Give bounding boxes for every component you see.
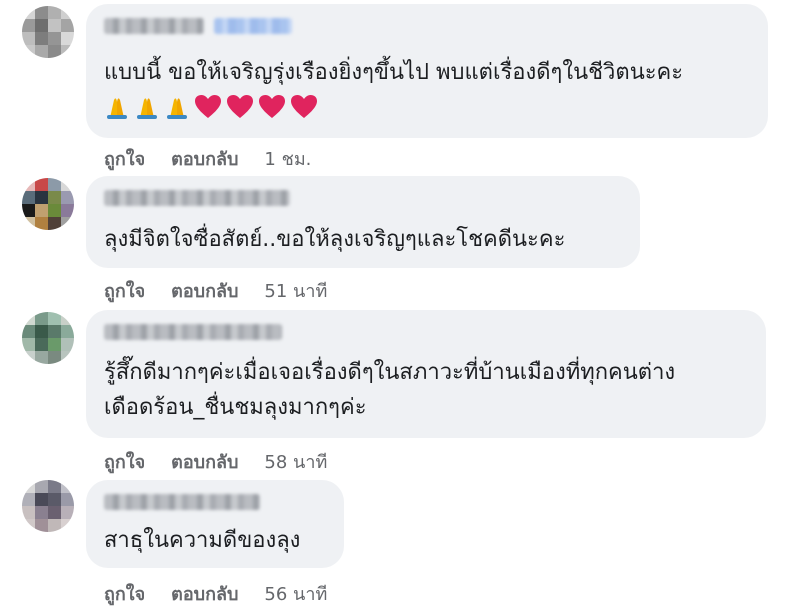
folded-hands-icon bbox=[107, 98, 127, 119]
red-heart-icon bbox=[259, 95, 285, 118]
reply-button[interactable]: ตอบกลับ bbox=[171, 276, 238, 305]
comment-actions: ถูกใจ ตอบกลับ 1 ชม. bbox=[104, 144, 311, 173]
folded-hands-icon bbox=[137, 98, 157, 119]
comment-bubble: สาธุในความดีของลุง bbox=[86, 480, 344, 568]
tagged-user[interactable] bbox=[214, 18, 292, 34]
comment-actions: ถูกใจ ตอบกลับ 51 นาที bbox=[104, 276, 327, 305]
avatar[interactable] bbox=[22, 312, 74, 364]
commenter-name[interactable] bbox=[104, 190, 290, 206]
comment-text-line-2: เดือดร้อน_ชื่นชมลุงมากๆค่ะ bbox=[104, 395, 367, 420]
comment-actions: ถูกใจ ตอบกลับ 56 นาที bbox=[104, 579, 327, 608]
comment-text: แบบนี้ ขอให้เจริญรุ่งเรืองยิ่งๆขึ้นไป พบ… bbox=[104, 60, 684, 85]
commenter-name[interactable] bbox=[104, 494, 260, 510]
like-button[interactable]: ถูกใจ bbox=[104, 447, 145, 476]
comment-timestamp[interactable]: 56 นาที bbox=[264, 579, 327, 608]
comment-actions: ถูกใจ ตอบกลับ 58 นาที bbox=[104, 447, 327, 476]
red-heart-icon bbox=[227, 95, 253, 118]
reply-button[interactable]: ตอบกลับ bbox=[171, 144, 238, 173]
commenter-name[interactable] bbox=[104, 18, 204, 34]
comment-text: ลุงมีจิตใจซื่อสัตย์..ขอให้ลุงเจริญๆและโช… bbox=[104, 227, 566, 252]
comment-timestamp[interactable]: 51 นาที bbox=[264, 276, 327, 305]
folded-hands-icon bbox=[167, 98, 187, 119]
like-button[interactable]: ถูกใจ bbox=[104, 144, 145, 173]
avatar[interactable] bbox=[22, 178, 74, 230]
red-heart-icon bbox=[291, 95, 317, 118]
comment-timestamp[interactable]: 1 ชม. bbox=[264, 144, 311, 173]
comment-text-line-1: รู้สึ๊กดีมากๆค่ะเมื่อเจอเรื่องดีๆในสภาวะ… bbox=[104, 360, 676, 385]
comment-bubble: ลุงมีจิตใจซื่อสัตย์..ขอให้ลุงเจริญๆและโช… bbox=[86, 176, 640, 268]
comment-text: สาธุในความดีของลุง bbox=[104, 528, 301, 553]
red-heart-icon bbox=[195, 95, 221, 118]
commenter-name[interactable] bbox=[104, 324, 282, 340]
comment-bubble: แบบนี้ ขอให้เจริญรุ่งเรืองยิ่งๆขึ้นไป พบ… bbox=[86, 4, 768, 138]
emoji-row bbox=[104, 94, 318, 120]
reply-button[interactable]: ตอบกลับ bbox=[171, 447, 238, 476]
avatar[interactable] bbox=[22, 480, 74, 532]
comment-bubble: รู้สึ๊กดีมากๆค่ะเมื่อเจอเรื่องดีๆในสภาวะ… bbox=[86, 310, 766, 438]
avatar[interactable] bbox=[22, 6, 74, 58]
comment-timestamp[interactable]: 58 นาที bbox=[264, 447, 327, 476]
like-button[interactable]: ถูกใจ bbox=[104, 276, 145, 305]
reply-button[interactable]: ตอบกลับ bbox=[171, 579, 238, 608]
like-button[interactable]: ถูกใจ bbox=[104, 579, 145, 608]
